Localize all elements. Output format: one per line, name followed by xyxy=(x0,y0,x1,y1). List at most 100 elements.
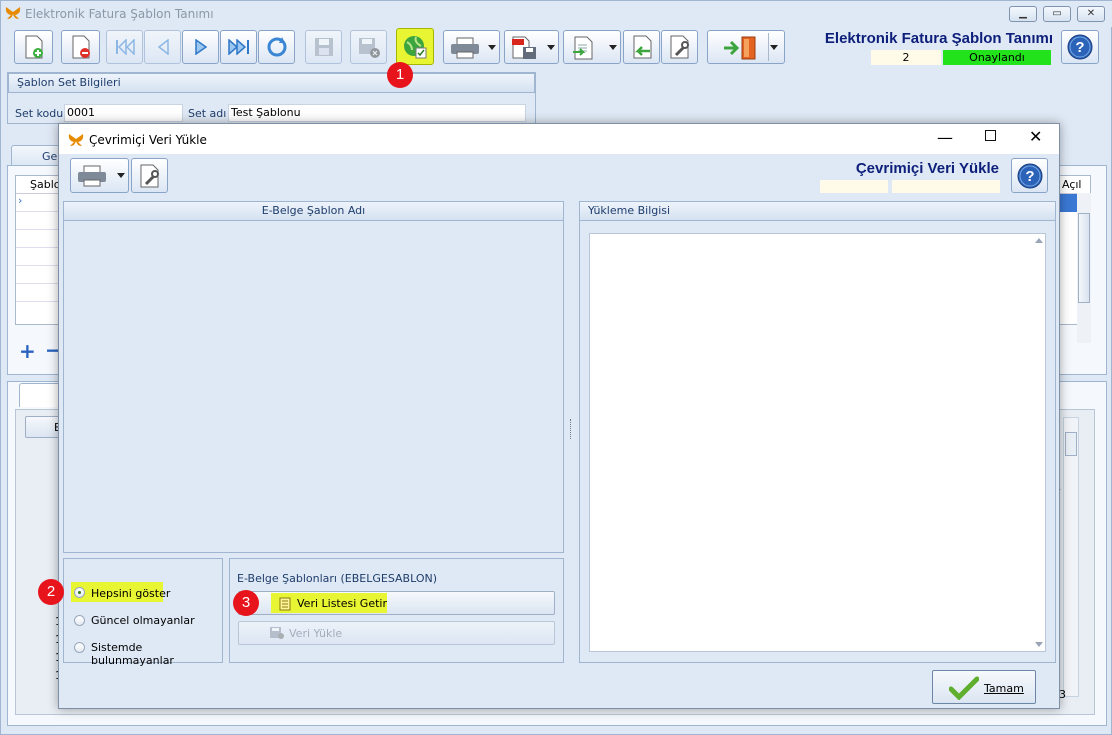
load-data-button[interactable]: Veri Yükle xyxy=(238,621,555,645)
dialog-tools-button[interactable] xyxy=(131,158,168,193)
main-window-title: Elektronik Fatura Şablon Tanımı xyxy=(25,7,214,21)
help-button[interactable]: ? xyxy=(1061,30,1099,64)
save-button[interactable] xyxy=(305,30,342,64)
previous-record-button[interactable] xyxy=(144,30,181,64)
wrench-document-icon xyxy=(670,35,689,59)
help-icon: ? xyxy=(1017,163,1042,188)
save-load-icon xyxy=(270,627,284,639)
new-record-button[interactable] xyxy=(14,30,53,64)
tools-button[interactable] xyxy=(661,30,698,64)
help-icon: ? xyxy=(1067,34,1093,60)
refresh-button[interactable] xyxy=(258,30,295,64)
template-list-panel: E-Belge Şablon Adı xyxy=(63,201,564,553)
print-button[interactable] xyxy=(443,30,500,64)
radio-outdated-label[interactable]: Güncel olmayanlar xyxy=(91,614,195,627)
online-data-load-dialog: Çevrimiçi Veri Yükle — ✕ Çevrimiçi Veri … xyxy=(58,123,1060,709)
template-list-header: E-Belge Şablon Adı xyxy=(64,202,563,221)
dialog-title: Çevrimiçi Veri Yükle xyxy=(89,133,207,147)
exit-door-icon xyxy=(724,36,756,60)
status-badge: Onaylandı xyxy=(943,50,1051,65)
upload-info-textarea[interactable] xyxy=(589,233,1046,652)
new-document-icon xyxy=(25,35,43,59)
radio-outdated[interactable] xyxy=(74,615,85,626)
cancel-save-button[interactable] xyxy=(350,30,387,64)
delete-record-button[interactable] xyxy=(61,30,100,64)
back-button[interactable] xyxy=(623,30,660,64)
annotation-marker-2: 2 xyxy=(38,579,64,605)
svg-text:?: ? xyxy=(1025,168,1034,185)
dialog-info-box-2 xyxy=(892,180,1000,193)
printer-icon xyxy=(78,165,106,187)
import-document-icon xyxy=(573,36,593,60)
splitter-handle[interactable] xyxy=(570,419,573,439)
chevron-down-icon xyxy=(547,45,555,50)
list-document-icon xyxy=(279,597,291,611)
checkmark-icon xyxy=(949,676,979,700)
dialog-page-title: Çevrimiçi Veri Yükle xyxy=(855,160,999,177)
chevron-down-icon xyxy=(488,45,496,50)
ok-button-label: Tamam xyxy=(984,682,1024,695)
main-titlebar: Elektronik Fatura Şablon Tanımı ▁ ▭ ✕ xyxy=(1,1,1112,27)
set-info-panel: Şablon Set Bilgileri Set kodu 0001 Set a… xyxy=(7,72,536,124)
first-icon xyxy=(115,39,135,55)
grid-column-header: Şablon xyxy=(16,176,67,194)
load-data-label: Veri Yükle xyxy=(289,627,343,640)
set-name-input[interactable]: Test Şablonu xyxy=(228,104,526,122)
globe-check-icon xyxy=(404,35,427,58)
dialog-minimize-button[interactable]: — xyxy=(937,128,953,147)
set-name-label: Set adı xyxy=(188,107,227,120)
save-cancel-icon xyxy=(358,38,380,58)
annotation-marker-1: 1 xyxy=(387,62,413,88)
fetch-list-label: Veri Listesi Getir xyxy=(297,597,387,610)
butterfly-icon xyxy=(68,134,84,146)
set-code-input[interactable]: 0001 xyxy=(64,104,183,122)
dialog-print-button[interactable] xyxy=(70,158,129,193)
ok-button[interactable]: Tamam xyxy=(932,670,1036,704)
lower-scrollbar[interactable] xyxy=(1063,417,1079,697)
annotation-marker-3: 3 xyxy=(233,590,259,616)
page-title: Elektronik Fatura Şablon Tanımı xyxy=(824,30,1053,47)
template-group: E-Belge Şablonları (EBELGESABLON) Veri L… xyxy=(229,558,564,663)
chevron-down-icon xyxy=(770,45,778,50)
minimize-button[interactable]: ▁ xyxy=(1009,6,1037,22)
save-icon xyxy=(314,38,333,56)
import-button[interactable] xyxy=(563,30,621,64)
grid-scrollbar[interactable] xyxy=(1077,193,1091,343)
dialog-titlebar: Çevrimiçi Veri Yükle — ✕ xyxy=(59,124,1059,154)
close-button[interactable]: ✕ xyxy=(1077,6,1105,22)
next-record-button[interactable] xyxy=(182,30,219,64)
butterfly-icon xyxy=(5,7,21,19)
add-row-icon[interactable]: + xyxy=(19,339,36,363)
last-icon xyxy=(227,39,249,55)
pdf-save-icon xyxy=(512,36,536,59)
last-record-button[interactable] xyxy=(220,30,257,64)
grid-left-column: Şablon › xyxy=(15,175,67,325)
previous-icon xyxy=(157,39,169,55)
radio-show-all-label[interactable]: Hepsini göster xyxy=(91,587,170,600)
printer-icon xyxy=(451,37,479,59)
scroll-up-icon[interactable] xyxy=(1035,238,1043,243)
dialog-close-button[interactable]: ✕ xyxy=(1029,127,1042,146)
dialog-help-button[interactable]: ? xyxy=(1011,158,1048,193)
fetch-list-button[interactable]: Veri Listesi Getir xyxy=(238,591,555,615)
exit-button[interactable] xyxy=(707,30,785,64)
upload-info-panel: Yükleme Bilgisi xyxy=(579,201,1056,663)
online-data-load-button[interactable] xyxy=(396,28,434,65)
set-info-header: Şablon Set Bilgileri xyxy=(8,73,535,93)
row-indicator-icon: › xyxy=(16,194,60,212)
dialog-maximize-button[interactable] xyxy=(985,130,996,141)
scroll-down-icon[interactable] xyxy=(1035,642,1043,647)
lower-right-digit: 3 xyxy=(1059,688,1066,701)
chevron-down-icon xyxy=(117,173,125,178)
radio-missing[interactable] xyxy=(74,642,85,653)
refresh-icon xyxy=(267,37,286,57)
first-record-button[interactable] xyxy=(106,30,143,64)
radio-missing-label[interactable]: Sistemde bulunmayanlar xyxy=(91,641,222,667)
radio-show-all[interactable] xyxy=(74,587,85,598)
export-pdf-button[interactable] xyxy=(504,30,559,64)
svg-text:?: ? xyxy=(1075,39,1084,56)
set-code-label: Set kodu xyxy=(15,107,64,120)
wrench-document-icon xyxy=(140,164,159,187)
maximize-button[interactable]: ▭ xyxy=(1043,6,1071,22)
next-icon xyxy=(194,39,207,55)
